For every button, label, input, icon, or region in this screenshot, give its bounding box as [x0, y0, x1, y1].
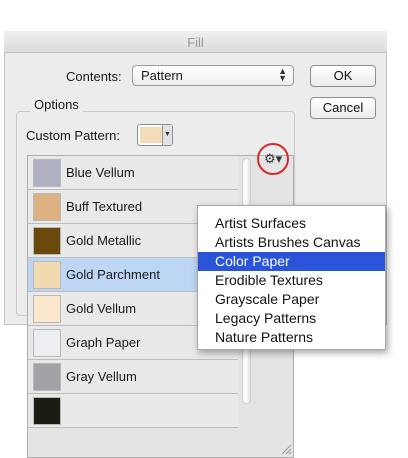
contents-select-value: Pattern [141, 68, 183, 83]
pattern-swatch [140, 127, 163, 143]
title-bar[interactable]: Fill [4, 31, 387, 53]
pattern-row[interactable] [28, 394, 238, 428]
ok-button[interactable]: OK [310, 65, 376, 87]
pattern-thumbnail [33, 397, 61, 425]
pattern-name: Graph Paper [66, 335, 141, 350]
pattern-row[interactable]: Gray Vellum [28, 360, 238, 394]
custom-pattern-picker-button[interactable]: ▼ [137, 124, 173, 146]
menu-item[interactable]: Legacy Patterns [198, 309, 385, 328]
menu-item[interactable]: Nature Patterns [198, 328, 385, 347]
pattern-thumbnail [33, 363, 61, 391]
pattern-thumbnail [33, 227, 61, 255]
pattern-name: Buff Textured [66, 199, 143, 214]
select-arrows-icon: ▲ ▼ [278, 66, 287, 83]
menu-item[interactable]: Artist Surfaces [198, 214, 385, 233]
contents-select[interactable]: Pattern ▲ ▼ [132, 65, 294, 86]
dialog-title: Fill [187, 35, 204, 50]
gear-menu-button[interactable]: ⚙▾ [257, 143, 289, 175]
chevron-down-icon: ▼ [162, 125, 172, 145]
pattern-name: Gray Vellum [66, 369, 137, 384]
pattern-name: Blue Vellum [66, 165, 135, 180]
pattern-thumbnail [33, 295, 61, 323]
pattern-thumbnail [33, 193, 61, 221]
pattern-row[interactable]: Blue Vellum [28, 156, 238, 190]
menu-item[interactable]: Color Paper [198, 252, 385, 271]
custom-pattern-label: Custom Pattern: [26, 128, 120, 143]
resize-grip-icon[interactable] [280, 443, 292, 455]
contents-label: Contents: [66, 69, 122, 84]
pattern-name: Gold Parchment [66, 267, 160, 282]
pattern-name: Gold Metallic [66, 233, 142, 248]
menu-item[interactable]: Erodible Textures [198, 271, 385, 290]
menu-item[interactable]: Grayscale Paper [198, 290, 385, 309]
options-group-title: Options [30, 97, 83, 112]
pattern-thumbnail [33, 261, 61, 289]
cancel-button[interactable]: Cancel [310, 97, 376, 119]
pattern-name: Gold Vellum [66, 301, 137, 316]
pattern-thumbnail [33, 159, 61, 187]
menu-item[interactable]: Artists Brushes Canvas [198, 233, 385, 252]
pattern-thumbnail [33, 329, 61, 357]
gear-icon: ⚙▾ [264, 151, 283, 166]
pattern-library-menu: Artist Surfaces Artists Brushes Canvas Col… [197, 205, 386, 350]
